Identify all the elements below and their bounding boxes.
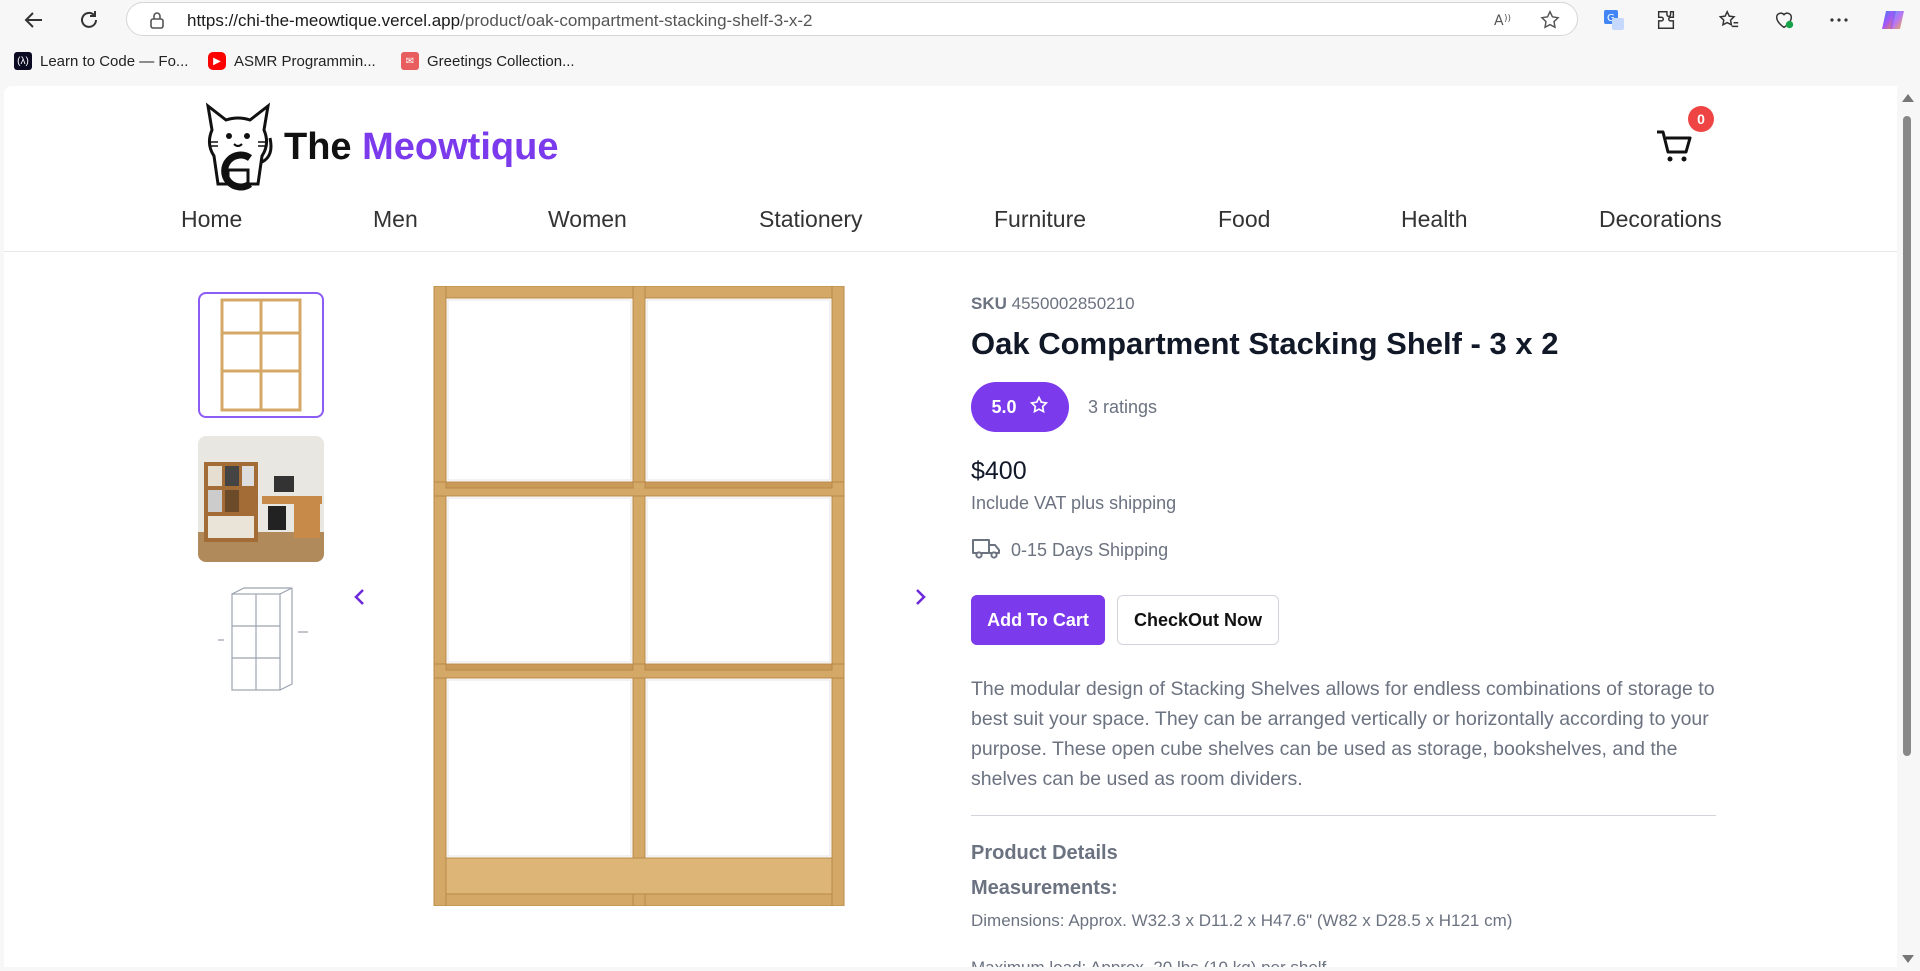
truck-icon [971, 536, 1001, 565]
category-nav: Home Men Women Stationery Furniture Food… [4, 206, 1897, 246]
scroll-thumb[interactable] [1903, 116, 1911, 756]
youtube-icon: ▶ [208, 52, 226, 70]
nav-divider [4, 251, 1897, 252]
copilot-icon[interactable] [1877, 4, 1909, 36]
nav-item-stationery[interactable]: Stationery [759, 206, 863, 233]
url-text: https://chi-the-meowtique.vercel.app/pro… [187, 11, 813, 30]
page-viewport: The Meowtique 0 Home Men Women Stationer… [4, 86, 1897, 967]
bookmark-item[interactable]: ▶ ASMR Programmin... [208, 52, 376, 70]
product-price: $400 [971, 457, 1027, 485]
brand-part-1: The [284, 126, 352, 168]
browser-essentials-icon[interactable] [1768, 4, 1800, 36]
scroll-down-icon[interactable] [1902, 955, 1914, 963]
sku-label: SKU [971, 294, 1007, 313]
rating-value: 5.0 [991, 396, 1017, 417]
brand-part-2: Meowtique [362, 126, 559, 168]
bookmark-label: Greetings Collection... [427, 52, 575, 70]
svg-text:)): )) [1504, 14, 1511, 24]
measurements-heading: Measurements: [971, 877, 1118, 899]
dimensions-text: Dimensions: Approx. W32.3 x D11.2 x H47.… [971, 911, 1513, 930]
cart-count-badge: 0 [1688, 106, 1714, 132]
nav-item-food[interactable]: Food [1218, 206, 1270, 233]
bookmark-label: Learn to Code — Fo... [40, 52, 189, 70]
refresh-icon[interactable] [73, 4, 105, 36]
sku-value: 4550002850210 [1011, 294, 1135, 313]
nav-item-home[interactable]: Home [181, 206, 242, 233]
cart-icon[interactable] [1654, 126, 1694, 166]
translate-icon[interactable]: G [1598, 4, 1630, 36]
thumbnail-1[interactable] [198, 292, 324, 418]
vat-note: Include VAT plus shipping [971, 493, 1177, 513]
nav-item-decorations[interactable]: Decorations [1599, 206, 1722, 233]
brand-name[interactable]: The Meowtique [284, 126, 558, 169]
bookmark-label: ASMR Programmin... [234, 52, 376, 70]
back-icon[interactable] [18, 4, 50, 36]
thumbnail-3[interactable] [198, 580, 324, 706]
product-details-heading: Product Details [971, 842, 1118, 864]
svg-text:A: A [1494, 13, 1504, 29]
main-product-image[interactable] [404, 285, 914, 907]
add-to-cart-button[interactable]: Add To Cart [971, 595, 1105, 645]
lock-icon [149, 11, 165, 34]
freecodecamp-icon: (λ) [14, 52, 32, 70]
thumbnail-2[interactable] [198, 436, 324, 562]
greetings-icon: ✉ [401, 52, 419, 70]
read-aloud-icon[interactable]: A)) [1493, 9, 1515, 36]
star-icon [1029, 395, 1049, 420]
extensions-icon[interactable] [1650, 4, 1682, 36]
nav-item-health[interactable]: Health [1401, 206, 1467, 233]
details-divider [971, 815, 1716, 816]
address-bar[interactable]: https://chi-the-meowtique.vercel.app/pro… [126, 2, 1578, 36]
checkout-now-button[interactable]: CheckOut Now [1117, 595, 1279, 645]
sku-line: SKU 4550002850210 [971, 294, 1135, 314]
cat-logo-icon[interactable] [198, 100, 278, 192]
bookmarks-bar: (λ) Learn to Code — Fo... ▶ ASMR Program… [0, 48, 1920, 80]
product-description: The modular design of Stacking Shelves a… [971, 678, 1715, 790]
scroll-up-icon[interactable] [1902, 94, 1914, 102]
shipping-info: 0-15 Days Shipping [971, 536, 1168, 565]
browser-chrome: https://chi-the-meowtique.vercel.app/pro… [0, 0, 1920, 86]
bookmark-item[interactable]: (λ) Learn to Code — Fo... [14, 52, 188, 70]
nav-item-women[interactable]: Women [548, 206, 627, 233]
favorite-star-icon[interactable] [1539, 9, 1561, 36]
rating-count: 3 ratings [1088, 397, 1158, 417]
product-title: Oak Compartment Stacking Shelf - 3 x 2 [971, 326, 1559, 361]
prev-image-icon[interactable] [348, 585, 372, 609]
load-text: Maximum load: Approx. 20 lbs (10 kg) per… [971, 958, 1326, 967]
nav-item-furniture[interactable]: Furniture [994, 206, 1086, 233]
more-menu-icon[interactable] [1823, 4, 1855, 36]
page-scrollbar[interactable] [1898, 90, 1916, 967]
browser-toolbar: https://chi-the-meowtique.vercel.app/pro… [0, 0, 1920, 40]
favorites-icon[interactable] [1713, 4, 1745, 36]
bookmark-item[interactable]: ✉ Greetings Collection... [401, 52, 575, 70]
nav-item-men[interactable]: Men [373, 206, 418, 233]
rating-badge: 5.0 [971, 382, 1069, 432]
shipping-text: 0-15 Days Shipping [1011, 540, 1169, 560]
